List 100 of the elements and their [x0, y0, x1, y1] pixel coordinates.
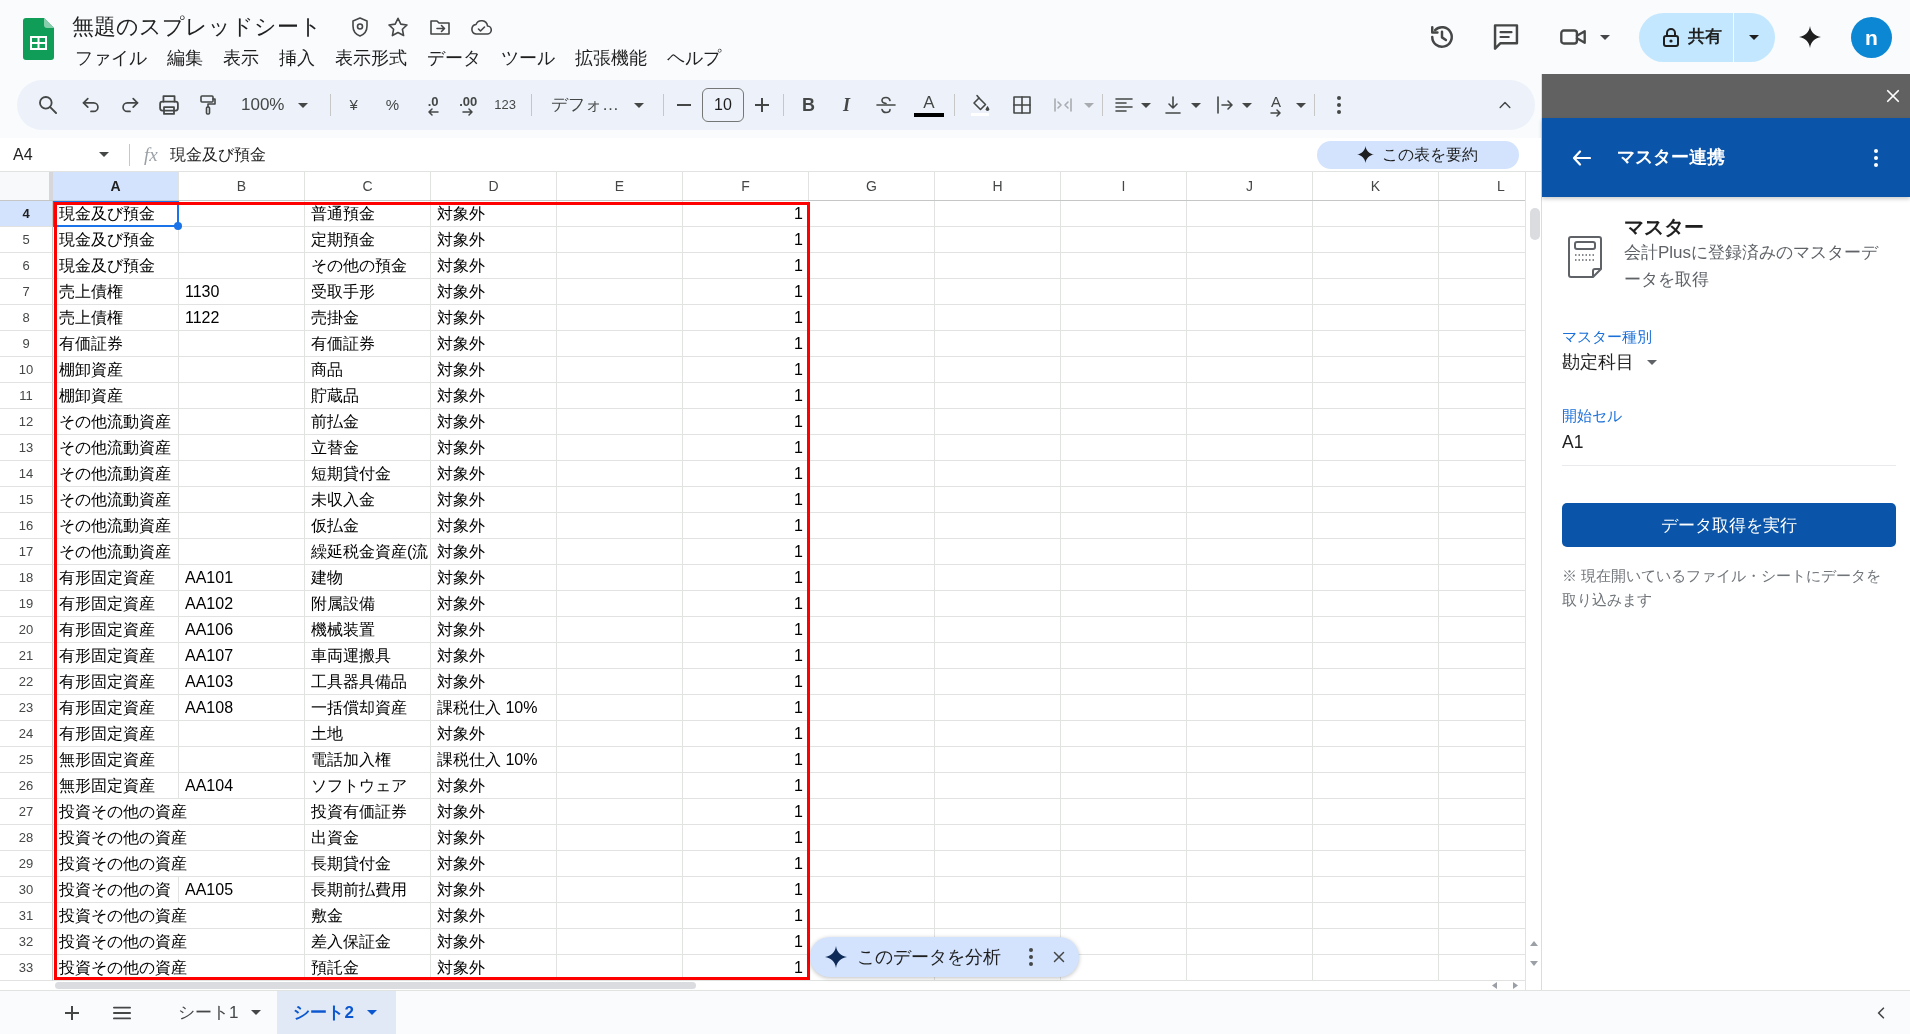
- more-icon[interactable]: [1336, 96, 1341, 114]
- table-cell[interactable]: 1122: [179, 305, 305, 331]
- chevron-up-icon[interactable]: [1498, 101, 1512, 109]
- table-cell[interactable]: 有形固定資産: [53, 617, 179, 643]
- table-cell[interactable]: 対象外: [431, 279, 557, 305]
- table-cell[interactable]: 有形固定資産: [53, 565, 179, 591]
- table-cell[interactable]: 課税仕入 10%: [431, 747, 557, 773]
- table-cell[interactable]: 1: [683, 461, 809, 487]
- table-cell[interactable]: 車両運搬具: [305, 643, 431, 669]
- table-cell[interactable]: 1: [683, 903, 809, 929]
- table-cell[interactable]: 対象外: [431, 565, 557, 591]
- sparkle-icon[interactable]: [1799, 26, 1821, 48]
- table-cell[interactable]: 売掛金: [305, 305, 431, 331]
- table-cell[interactable]: AA106: [179, 617, 305, 643]
- table-cell[interactable]: 1: [683, 331, 809, 357]
- table-cell[interactable]: その他流動資産: [53, 435, 179, 461]
- table-cell[interactable]: 1: [683, 305, 809, 331]
- table-cell[interactable]: 1: [683, 955, 809, 981]
- input-field[interactable]: A1: [1562, 429, 1896, 466]
- table-cell[interactable]: 対象外: [431, 331, 557, 357]
- plus-icon[interactable]: [65, 1005, 79, 1020]
- table-cell[interactable]: 有形固定資産: [53, 669, 179, 695]
- caret-icon[interactable]: [1140, 102, 1151, 108]
- dropdown[interactable]: 勘定科目: [1562, 349, 1657, 375]
- italic-button[interactable]: I: [842, 95, 850, 115]
- menu-item[interactable]: 編集: [164, 47, 206, 69]
- menu-item[interactable]: 拡張機能: [572, 47, 650, 69]
- table-cell[interactable]: 一括償却資産: [305, 695, 431, 721]
- decrease-decimal-button[interactable]: .0: [427, 94, 440, 116]
- table-cell[interactable]: 対象外: [431, 903, 557, 929]
- fill-bucket-icon[interactable]: [968, 94, 991, 116]
- shield-icon[interactable]: [352, 17, 368, 37]
- table-cell[interactable]: 対象外: [431, 721, 557, 747]
- text-rotation-button[interactable]: A: [1266, 93, 1285, 117]
- table-cell[interactable]: 対象外: [431, 851, 557, 877]
- search-icon[interactable]: [39, 96, 57, 114]
- table-cell[interactable]: 1: [683, 435, 809, 461]
- table-cell[interactable]: 対象外: [431, 591, 557, 617]
- table-cell[interactable]: 1: [683, 357, 809, 383]
- table-cell[interactable]: 1: [683, 747, 809, 773]
- table-cell[interactable]: 対象外: [431, 929, 557, 955]
- table-cell[interactable]: 棚卸資産: [53, 383, 179, 409]
- table-cell[interactable]: その他流動資産: [53, 409, 179, 435]
- formula-input[interactable]: 現金及び預金: [169, 142, 266, 167]
- menu-item[interactable]: ファイル: [72, 47, 150, 69]
- table-cell[interactable]: 有形固定資産: [53, 695, 179, 721]
- table-cell[interactable]: 未収入金: [305, 487, 431, 513]
- table-cell[interactable]: 長期貸付金: [305, 851, 431, 877]
- table-cell[interactable]: 1: [683, 383, 809, 409]
- table-cell[interactable]: 立替金: [305, 435, 431, 461]
- back-arrow-icon[interactable]: [1573, 149, 1591, 166]
- table-cell[interactable]: 対象外: [431, 435, 557, 461]
- scrollbar-thumb[interactable]: [55, 982, 696, 989]
- sheet-tab[interactable]: シート2: [277, 990, 396, 1034]
- table-cell[interactable]: 電話加入権: [305, 747, 431, 773]
- table-cell[interactable]: AA101: [179, 565, 305, 591]
- borders-icon[interactable]: [1012, 96, 1031, 114]
- table-cell[interactable]: 繰延税金資産(流: [305, 539, 431, 565]
- table-cell[interactable]: 預託金: [305, 955, 431, 981]
- table-cell[interactable]: 1: [683, 279, 809, 305]
- share-button[interactable]: 共有: [1639, 12, 1733, 62]
- star-icon[interactable]: [388, 17, 408, 37]
- number-format-button[interactable]: 123: [494, 95, 516, 115]
- table-cell[interactable]: 1: [683, 591, 809, 617]
- table-cell[interactable]: AA104: [179, 773, 305, 799]
- zoom-dropdown[interactable]: 100%: [241, 95, 309, 115]
- text-wrap-icon[interactable]: [1215, 96, 1234, 114]
- table-cell[interactable]: 普通預金: [305, 201, 431, 227]
- caret-icon[interactable]: [1241, 102, 1252, 108]
- table-cell[interactable]: 無形固定資産: [53, 773, 179, 799]
- table-cell[interactable]: 1: [683, 799, 809, 825]
- table-cell[interactable]: 対象外: [431, 955, 557, 981]
- more-icon[interactable]: [1029, 948, 1033, 966]
- table-cell[interactable]: 土地: [305, 721, 431, 747]
- table-cell[interactable]: 建物: [305, 565, 431, 591]
- currency-button[interactable]: ¥: [349, 95, 358, 115]
- fetch-data-button[interactable]: データ取得を実行: [1562, 503, 1896, 547]
- table-cell[interactable]: 工具器具備品: [305, 669, 431, 695]
- chevron-left-icon[interactable]: [1877, 1005, 1885, 1020]
- table-cell[interactable]: その他の預金: [305, 253, 431, 279]
- table-cell[interactable]: 対象外: [431, 539, 557, 565]
- table-cell[interactable]: 受取手形: [305, 279, 431, 305]
- table-cell[interactable]: 現金及び預金: [53, 201, 179, 227]
- table-cell[interactable]: 無形固定資産: [53, 747, 179, 773]
- table-cell[interactable]: 1: [683, 773, 809, 799]
- table-cell[interactable]: 1: [683, 253, 809, 279]
- table-cell[interactable]: 1: [683, 929, 809, 955]
- table-cell[interactable]: 長期前払費用: [305, 877, 431, 903]
- scrollbar-thumb[interactable]: [1529, 208, 1540, 240]
- table-cell[interactable]: 1: [683, 721, 809, 747]
- align-left-icon[interactable]: [1114, 98, 1133, 112]
- table-cell[interactable]: 1: [683, 539, 809, 565]
- table-cell[interactable]: 1: [683, 513, 809, 539]
- row-header[interactable]: 4: [0, 201, 53, 227]
- minus-icon[interactable]: [676, 104, 691, 106]
- table-cell[interactable]: 敷金: [305, 903, 431, 929]
- print-icon[interactable]: [159, 95, 179, 115]
- table-cell[interactable]: 出資金: [305, 825, 431, 851]
- font-dropdown[interactable]: デフォ…: [550, 95, 644, 115]
- table-cell[interactable]: 有形固定資産: [53, 643, 179, 669]
